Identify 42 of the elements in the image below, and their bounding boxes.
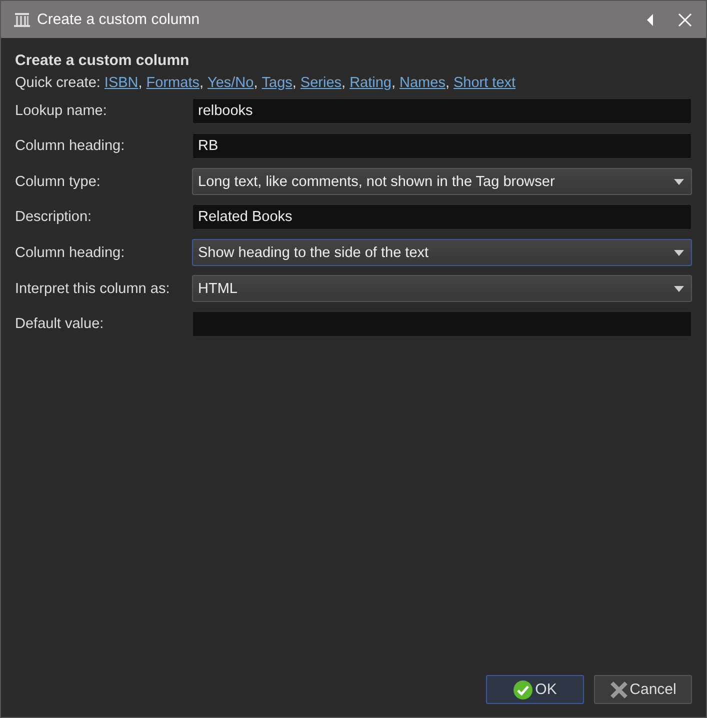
quick-create-link[interactable]: Names <box>400 75 446 91</box>
dropdown[interactable]: HTML <box>192 275 692 302</box>
collapse-icon[interactable] <box>646 14 654 26</box>
dialog-heading: Create a custom column <box>15 52 190 69</box>
text-field[interactable]: RB <box>192 133 692 159</box>
text-field[interactable] <box>192 311 692 337</box>
quick-create-link[interactable]: Tags <box>262 75 292 91</box>
field-label: Lookup name: <box>15 103 108 119</box>
dropdown[interactable]: Long text, like comments, not shown in the Tag browser <box>192 168 692 195</box>
comma-separator: , <box>342 75 346 91</box>
field-label: Column type: <box>15 174 102 190</box>
close-icon[interactable] <box>678 12 692 26</box>
quick-create-link[interactable]: Rating <box>350 75 392 91</box>
text-field[interactable]: Related Books <box>192 204 692 230</box>
checkmark-icon <box>513 680 534 700</box>
quick-create-link[interactable]: Yes/No <box>208 75 254 91</box>
ok-button[interactable]: OK <box>486 675 584 704</box>
comma-separator: , <box>391 75 396 91</box>
dropdown-arrow-icon <box>674 286 684 292</box>
quick-create-label: Quick create: <box>15 75 100 91</box>
comma-separator: , <box>138 75 142 91</box>
field-label: Column heading: <box>15 244 126 260</box>
quick-create-link[interactable]: Formats <box>146 75 200 91</box>
pillars-icon <box>13 10 31 28</box>
field-label: Column heading: <box>15 138 126 154</box>
text-field[interactable]: relbooks <box>192 98 692 124</box>
quick-create-link[interactable]: Short text <box>453 75 516 91</box>
cancel-button[interactable]: Cancel <box>594 675 692 704</box>
comma-separator: , <box>254 75 258 91</box>
comma-separator: , <box>199 75 204 91</box>
dropdown-arrow-icon <box>674 250 684 256</box>
comma-separator: , <box>292 75 296 91</box>
dropdown[interactable]: Show heading to the side of the text <box>192 239 692 266</box>
comma-separator: , <box>445 75 450 91</box>
window-title: Create a custom column <box>37 11 201 28</box>
field-label: Interpret this column as: <box>15 280 171 296</box>
field-label: Description: <box>15 209 93 225</box>
field-label: Default value: <box>15 316 105 332</box>
cross-icon <box>610 680 628 698</box>
dropdown-arrow-icon <box>674 178 684 184</box>
quick-create-link[interactable]: Series <box>300 75 342 91</box>
quick-create-link[interactable]: ISBN <box>104 75 138 91</box>
